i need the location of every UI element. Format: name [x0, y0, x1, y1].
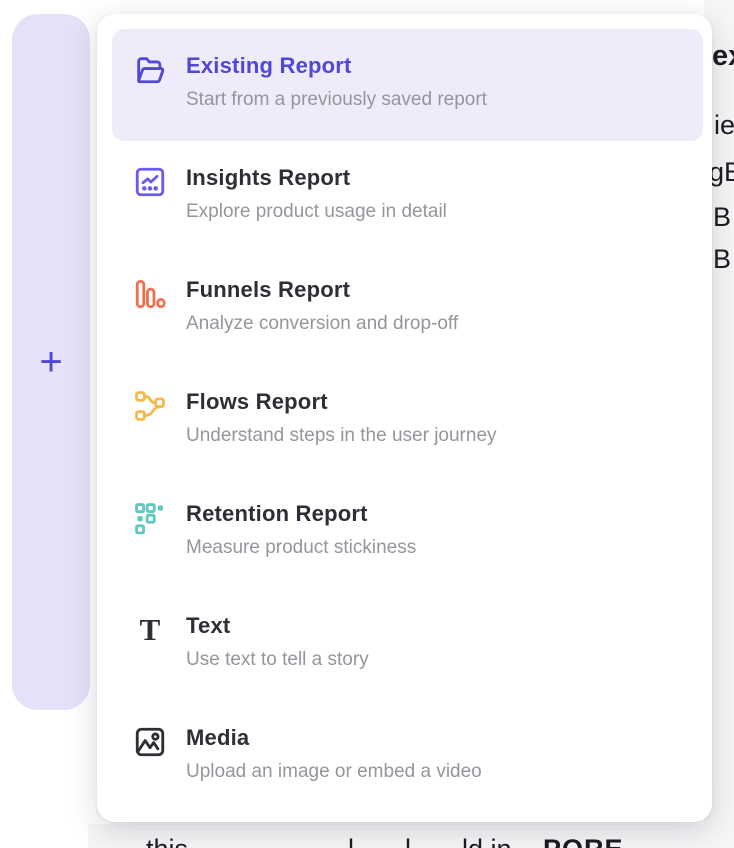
flow-path-icon: [133, 389, 167, 423]
menu-item-title: Funnels Report: [186, 277, 458, 303]
text-icon: T: [133, 613, 167, 647]
menu-item-subtitle: Analyze conversion and drop-off: [186, 312, 458, 336]
menu-item-subtitle: Use text to tell a story: [186, 648, 369, 672]
menu-item-title: Insights Report: [186, 165, 447, 191]
menu-item-title: Text: [186, 613, 369, 639]
funnel-bars-icon: [133, 277, 167, 311]
menu-item-title: Retention Report: [186, 501, 416, 527]
menu-item-subtitle: Explore product usage in detail: [186, 200, 447, 224]
menu-item-media[interactable]: Media Upload an image or embed a video: [112, 701, 703, 813]
bg-text-fragment: ex: [712, 42, 734, 71]
bg-text-fragment: ie: [714, 112, 734, 139]
folder-open-icon: [133, 53, 167, 87]
menu-item-insights-report[interactable]: Insights Report Explore product usage in…: [112, 141, 703, 253]
bg-text-fragment: l: [348, 836, 354, 848]
menu-item-funnels-report[interactable]: Funnels Report Analyze conversion and dr…: [112, 253, 703, 365]
retention-grid-icon: [133, 501, 167, 535]
menu-item-title: Flows Report: [186, 389, 497, 415]
menu-item-retention-report[interactable]: Retention Report Measure product stickin…: [112, 477, 703, 589]
bg-text-fragment: l: [405, 836, 411, 848]
bg-text-fragment: PORE: [543, 836, 624, 848]
background-text-fragments-bottom: this l l ld in PORE: [0, 833, 734, 848]
media-image-icon: [133, 725, 167, 759]
bg-text-fragment: B: [713, 204, 731, 231]
bg-text-fragment: B: [713, 246, 731, 273]
bg-text-fragment: this: [146, 836, 188, 848]
menu-item-title: Existing Report: [186, 53, 487, 79]
menu-item-title: Media: [186, 725, 482, 751]
menu-item-flows-report[interactable]: Flows Report Understand steps in the use…: [112, 365, 703, 477]
menu-item-subtitle: Start from a previously saved report: [186, 88, 487, 112]
bg-text-fragment: ld in: [462, 836, 512, 848]
menu-item-subtitle: Upload an image or embed a video: [186, 760, 482, 784]
line-chart-icon: [133, 165, 167, 199]
add-report-menu: Existing Report Start from a previously …: [97, 14, 712, 822]
serif-t-glyph: T: [140, 613, 161, 647]
bg-text-fragment: gE: [709, 159, 734, 186]
menu-item-subtitle: Understand steps in the user journey: [186, 424, 497, 448]
menu-item-subtitle: Measure product stickiness: [186, 536, 416, 560]
plus-icon[interactable]: +: [39, 342, 62, 382]
menu-item-text[interactable]: T Text Use text to tell a story: [112, 589, 703, 701]
menu-item-existing-report[interactable]: Existing Report Start from a previously …: [112, 29, 703, 141]
add-card-rail[interactable]: +: [12, 14, 90, 710]
